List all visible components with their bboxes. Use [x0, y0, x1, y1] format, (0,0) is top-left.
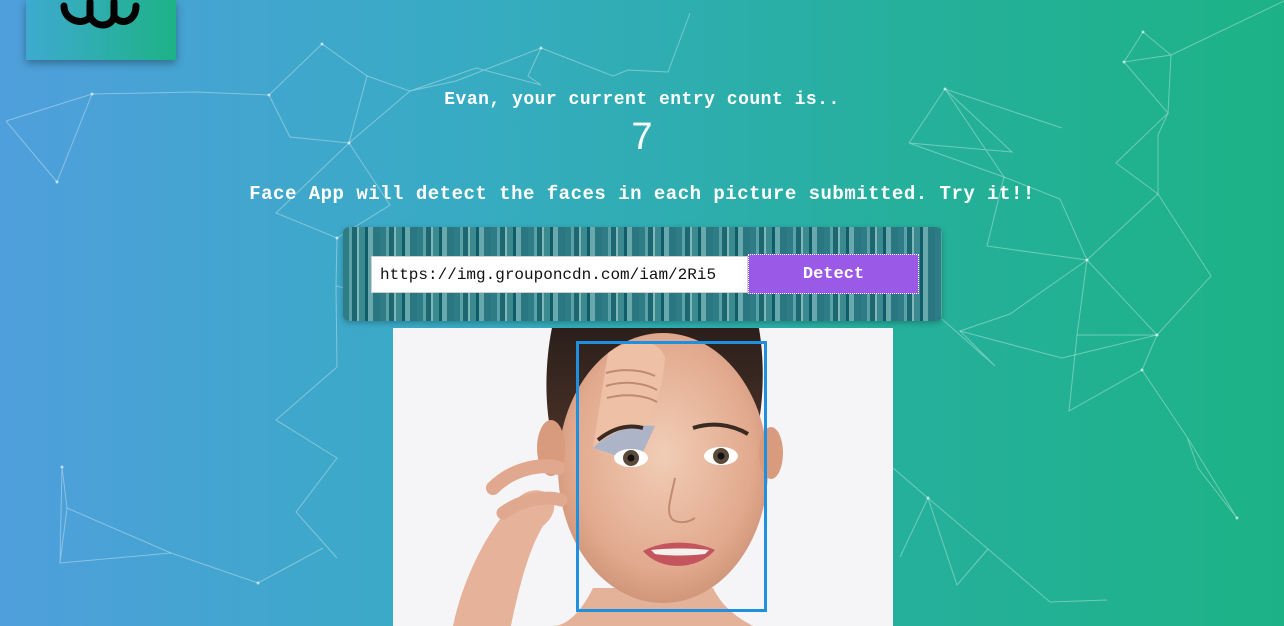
entry-count-heading: Evan, your current entry count is..: [444, 90, 840, 110]
app-description: Face App will detect the faces in each p…: [249, 183, 1035, 205]
entry-count-value: 7: [631, 116, 653, 158]
brain-icon: [60, 0, 140, 29]
detect-button[interactable]: Detect: [748, 254, 919, 294]
app-logo[interactable]: [26, 0, 176, 60]
image-url-input[interactable]: [371, 256, 748, 293]
detected-face-box: [576, 341, 767, 612]
